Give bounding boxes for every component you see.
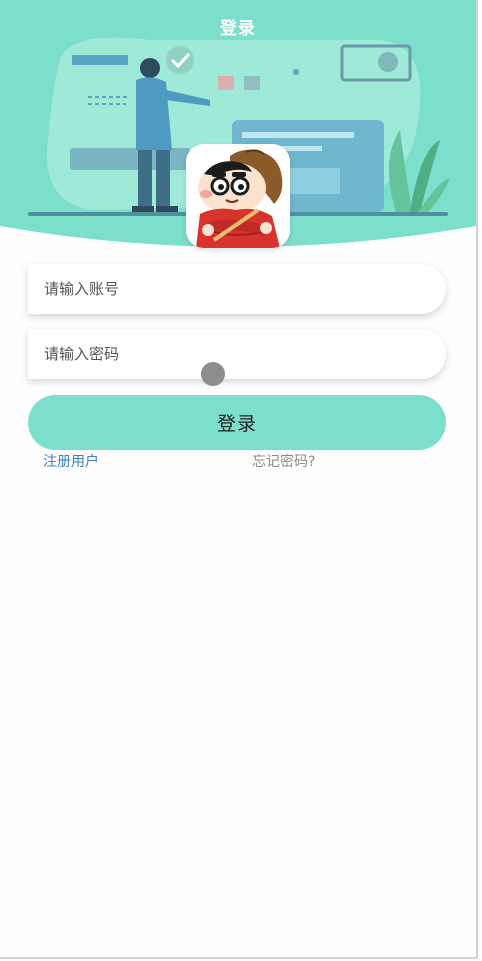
register-link[interactable]: 注册用户 xyxy=(43,451,99,471)
password-field[interactable] xyxy=(28,329,446,379)
login-screen: 登录 请输入账号 登录 注册用户 忘记密码? xyxy=(0,0,478,959)
page-title: 登录 xyxy=(220,19,256,39)
touch-indicator xyxy=(201,362,225,386)
account-input[interactable] xyxy=(28,264,446,314)
login-button[interactable]: 登录 xyxy=(28,395,446,450)
password-input[interactable] xyxy=(28,329,446,379)
avatar xyxy=(186,144,290,248)
account-field[interactable] xyxy=(28,264,446,314)
cartoon-boy-avatar-icon xyxy=(186,144,290,248)
forgot-password-link[interactable]: 忘记密码? xyxy=(252,451,315,471)
